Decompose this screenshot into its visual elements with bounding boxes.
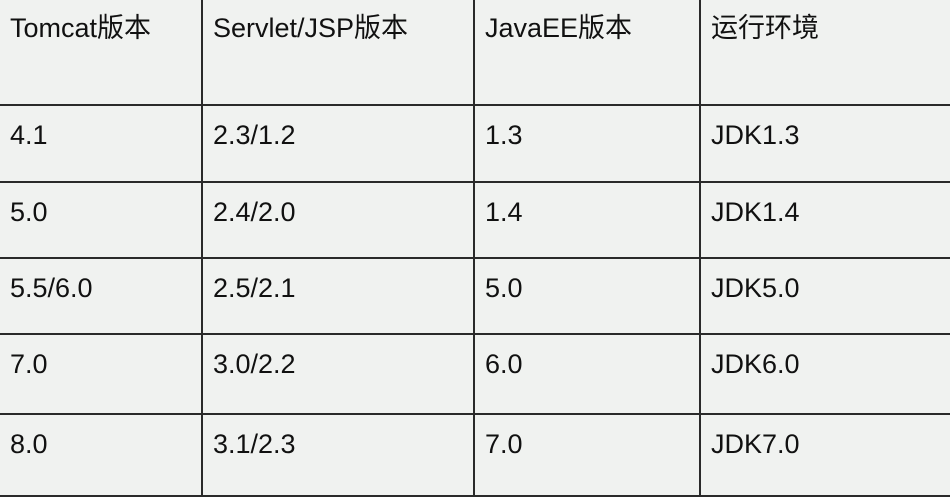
- table-cell: 3.0/2.2: [201, 333, 475, 415]
- table-row: 4.1 2.3/1.2 1.3 JDK1.3: [0, 104, 950, 183]
- table-cell: JDK1.4: [699, 181, 950, 259]
- header-cell: 运行环境: [699, 0, 950, 106]
- table-row: 7.0 3.0/2.2 6.0 JDK6.0: [0, 333, 950, 415]
- table-header-row: Tomcat版本 Servlet/JSP版本 JavaEE版本 运行环境: [0, 0, 950, 106]
- table-cell: JDK6.0: [699, 333, 950, 415]
- table-cell: 2.3/1.2: [201, 104, 475, 183]
- table-cell: JDK1.3: [699, 104, 950, 183]
- table-cell: 2.5/2.1: [201, 257, 475, 335]
- table-cell: 6.0: [473, 333, 701, 415]
- header-cell: Tomcat版本: [0, 0, 203, 106]
- table-row: 5.0 2.4/2.0 1.4 JDK1.4: [0, 181, 950, 259]
- table-cell: 8.0: [0, 413, 203, 497]
- header-cell: JavaEE版本: [473, 0, 701, 106]
- table-cell: 4.1: [0, 104, 203, 183]
- table-cell: 7.0: [473, 413, 701, 497]
- table-cell: 7.0: [0, 333, 203, 415]
- table-cell: 3.1/2.3: [201, 413, 475, 497]
- table-cell: JDK7.0: [699, 413, 950, 497]
- tomcat-version-table: Tomcat版本 Servlet/JSP版本 JavaEE版本 运行环境 4.1…: [0, 0, 950, 497]
- table-cell: JDK5.0: [699, 257, 950, 335]
- table-cell: 5.5/6.0: [0, 257, 203, 335]
- table-row: 8.0 3.1/2.3 7.0 JDK7.0: [0, 413, 950, 497]
- header-cell: Servlet/JSP版本: [201, 0, 475, 106]
- table-cell: 1.4: [473, 181, 701, 259]
- table-cell: 5.0: [0, 181, 203, 259]
- table-cell: 2.4/2.0: [201, 181, 475, 259]
- table-row: 5.5/6.0 2.5/2.1 5.0 JDK5.0: [0, 257, 950, 335]
- table-cell: 1.3: [473, 104, 701, 183]
- table-cell: 5.0: [473, 257, 701, 335]
